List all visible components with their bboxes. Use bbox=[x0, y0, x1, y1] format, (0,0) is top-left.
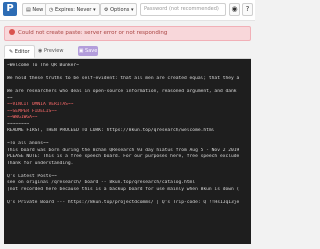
tab-editor[interactable]: ✎ Editor bbox=[4, 45, 35, 58]
editor-line: PLEASE NOTE: This is a free speech board… bbox=[7, 154, 240, 159]
editor-line: README FIRST, THEN PROCEED TO LURK: http… bbox=[7, 128, 215, 133]
chevron-down-icon: ▾ bbox=[93, 7, 96, 13]
error-alert: Could not create paste: server error or … bbox=[4, 26, 251, 41]
eye-icon: ◉ bbox=[231, 5, 238, 13]
chevron-down-icon: ▾ bbox=[130, 7, 134, 13]
password-input[interactable]: Password (not recommended) bbox=[140, 3, 226, 16]
app-logo[interactable]: P bbox=[3, 2, 17, 16]
save-button-label: Save bbox=[85, 48, 98, 54]
question-icon: ? bbox=[245, 5, 250, 13]
eye-icon: ◉ bbox=[38, 48, 43, 54]
new-button[interactable]: ▤ New bbox=[22, 3, 48, 16]
file-icon: ▤ bbox=[26, 7, 31, 13]
save-icon: ▣ bbox=[78, 48, 84, 54]
tab-preview-label: Preview bbox=[43, 48, 64, 54]
top-toolbar: P ▤ New ◷ Expires: Never ▾ ⚙ Options ▾ P… bbox=[0, 0, 255, 21]
tab-editor-label: Editor bbox=[14, 49, 30, 55]
clock-icon: ◷ bbox=[49, 7, 54, 13]
editor-line: We are researchers who deal in open-sour… bbox=[7, 89, 237, 94]
help-button[interactable]: ? bbox=[242, 3, 253, 16]
paste-editor[interactable]: ~Welcome To The QR Bunker~ We hold these … bbox=[4, 59, 251, 244]
options-label: Options bbox=[110, 7, 130, 13]
eye-button[interactable]: ◉ bbox=[229, 3, 240, 16]
editor-line: Q's Private Board --- https://8kun.top/p… bbox=[7, 199, 240, 205]
options-dropdown[interactable]: ⚙ Options ▾ bbox=[100, 3, 138, 16]
new-button-label: New bbox=[32, 7, 44, 13]
editor-tabs: ✎ Editor ◉ Preview ▣ Save bbox=[4, 45, 251, 59]
expires-label: Expires: Never bbox=[54, 7, 92, 13]
editor-line: We hold these truths to be self-evident:… bbox=[7, 76, 240, 81]
tab-preview[interactable]: ◉ Preview bbox=[34, 45, 67, 58]
alert-icon bbox=[9, 29, 15, 35]
expires-dropdown[interactable]: ◷ Expires: Never ▾ bbox=[45, 3, 100, 16]
alert-message: Could not create paste: server error or … bbox=[18, 30, 168, 36]
pencil-icon: ✎ bbox=[9, 49, 14, 55]
gear-icon: ⚙ bbox=[104, 7, 109, 13]
save-button[interactable]: ▣ Save bbox=[78, 46, 98, 56]
editor-line: [not recorded here because this is a bac… bbox=[7, 186, 240, 192]
